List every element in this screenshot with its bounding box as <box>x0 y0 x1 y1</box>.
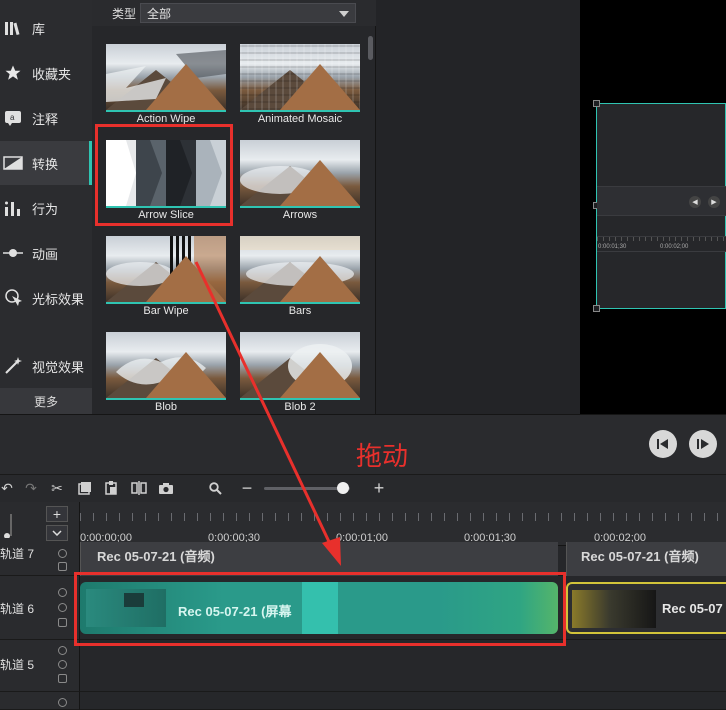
drag-annotation-label: 拖动 <box>356 441 409 471</box>
drag-arrow <box>194 261 341 566</box>
